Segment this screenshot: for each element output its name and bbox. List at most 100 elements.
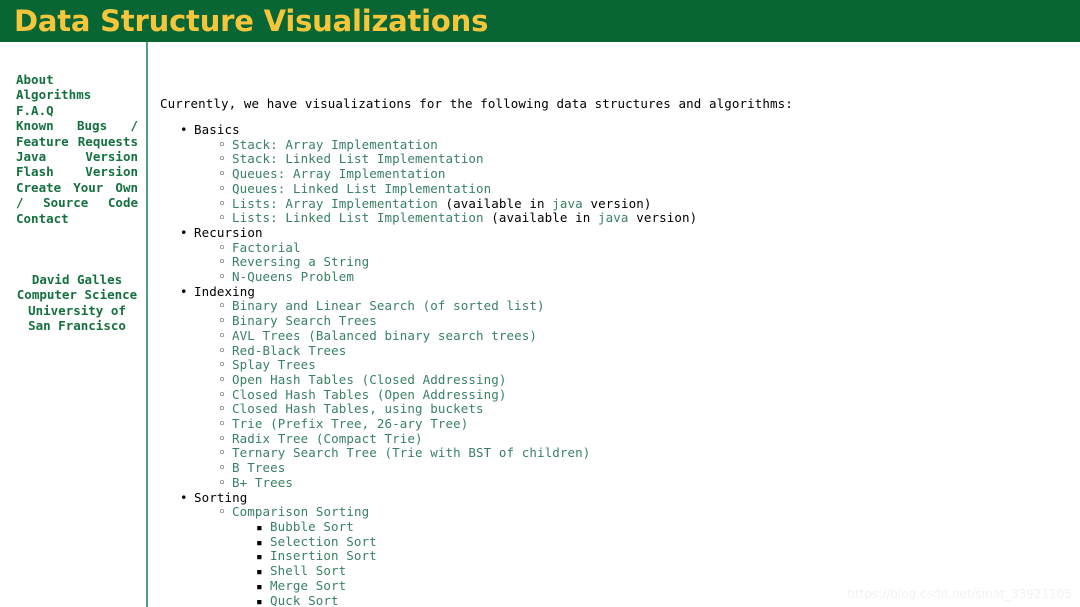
list-bullet-icon: [218, 255, 226, 271]
topic-link[interactable]: AVL Trees (Balanced binary search trees): [232, 328, 537, 343]
topic-link[interactable]: Merge Sort: [270, 578, 346, 593]
topic-link[interactable]: B+ Trees: [232, 475, 293, 490]
topic-link[interactable]: Queues: Array Implementation: [232, 166, 446, 181]
topic-item: Ternary Search Tree (Trie with BST of ch…: [232, 446, 1080, 461]
topic-link[interactable]: Red-Black Trees: [232, 343, 346, 358]
topic-link[interactable]: Bubble Sort: [270, 519, 354, 534]
list-bullet-icon: [256, 594, 263, 607]
sidebar-item-about[interactable]: About: [16, 72, 138, 87]
topic-link[interactable]: Stack: Array Implementation: [232, 137, 438, 152]
list-bullet-icon: [180, 285, 188, 300]
list-bullet-icon: [218, 446, 226, 462]
topic-link[interactable]: Factorial: [232, 240, 301, 255]
topic-item: Closed Hash Tables (Open Addressing): [232, 387, 1080, 403]
topic-sublist: Comparison SortingBubble SortSelection S…: [194, 504, 1080, 607]
topic-item: AVL Trees (Balanced binary search trees): [232, 328, 1080, 344]
sidebar-item-contact[interactable]: Contact: [16, 211, 138, 226]
topic-item: B Trees: [232, 460, 1080, 476]
list-bullet-icon: [218, 138, 226, 154]
topic-link[interactable]: Closed Hash Tables, using buckets: [232, 401, 484, 417]
topic-link[interactable]: Open Hash Tables (Closed Addressing): [232, 372, 507, 387]
topic-link[interactable]: Insertion Sort: [270, 548, 377, 564]
section-item: Sorting: [194, 489, 1080, 506]
topic-link[interactable]: Binary Search Trees: [232, 313, 377, 328]
topic-link[interactable]: Reversing a String: [232, 254, 369, 269]
list-bullet-icon: [180, 226, 188, 241]
section-label: Sorting: [194, 489, 248, 505]
list-bullet-icon: [218, 417, 226, 433]
topic-link[interactable]: Lists: Array Implementation: [232, 196, 446, 211]
author-location: San Francisco: [28, 318, 126, 334]
section-item: Recursion: [194, 225, 1080, 241]
topic-link[interactable]: Binary and Linear Search (of sorted list…: [232, 298, 545, 314]
sidebar-item-create-your-own-source-code[interactable]: Create Your Own / Source Code: [16, 180, 138, 211]
list-bullet-icon: [218, 299, 226, 315]
topic-item: Comparison Sorting: [232, 504, 1080, 520]
section-label: Basics: [194, 122, 240, 137]
topic-link[interactable]: Comparison Sorting: [232, 504, 369, 519]
topic-link[interactable]: Stack: Linked List Implementation: [232, 151, 484, 167]
sidebar-nav: About Algorithms F.A.Q Known Bugs / Feature…: [16, 72, 138, 226]
topic-suffix-link[interactable]: java: [552, 196, 583, 211]
topic-sublist: FactorialReversing a StringN-Queens Prob…: [194, 240, 1080, 285]
topic-link[interactable]: Shell Sort: [270, 563, 346, 578]
topic-suffix-text: (available in: [445, 195, 553, 211]
topic-suffix-text-end: version): [582, 195, 652, 211]
topic-item: Trie (Prefix Tree, 26-ary Tree): [232, 416, 1080, 432]
section-item: Indexing: [194, 283, 1080, 300]
section-item: Basics: [194, 122, 1080, 138]
author-name: David Galles: [31, 272, 123, 288]
sidebar-item-java-version[interactable]: Java Version: [16, 149, 138, 164]
topic-link[interactable]: Closed Hash Tables (Open Addressing): [232, 387, 507, 402]
topic-subitem: Insertion Sort: [270, 549, 1080, 564]
topic-link[interactable]: N-Queens Problem: [232, 269, 354, 284]
topic-item: Queues: Array Implementation: [232, 166, 1080, 182]
topic-suffix-link[interactable]: java: [598, 210, 629, 225]
topic-link[interactable]: Selection Sort: [270, 534, 377, 549]
topic-sublist: Stack: Array ImplementationStack: Linked…: [194, 137, 1080, 226]
topic-suffix-text: (available in: [491, 210, 599, 226]
topic-item: Splay Trees: [232, 357, 1080, 373]
sidebar-item-f-a-q[interactable]: F.A.Q: [16, 103, 138, 118]
list-bullet-icon: [256, 579, 263, 595]
topic-subitem: Merge Sort: [270, 578, 1080, 594]
page-body: About Algorithms F.A.Q Known Bugs / Feature…: [0, 42, 1080, 607]
list-bullet-icon: [218, 329, 226, 345]
topic-link[interactable]: Queues: Linked List Implementation: [232, 181, 491, 196]
sidebar-item-known-bugs-feature-requests[interactable]: Known Bugs / Feature Requests: [16, 118, 138, 149]
topic-sublist: Binary and Linear Search (of sorted list…: [194, 299, 1080, 490]
topic-item: Reversing a String: [232, 254, 1080, 270]
section-label: Indexing: [194, 283, 256, 299]
topic-link[interactable]: B Trees: [232, 460, 285, 475]
topic-item: Lists: Array Implementation (available i…: [232, 195, 1080, 212]
list-bullet-icon: [218, 402, 226, 418]
topic-item: Open Hash Tables (Closed Addressing): [232, 372, 1080, 388]
topic-link[interactable]: Radix Tree (Compact Trie): [232, 431, 423, 446]
topic-subitem: Quck Sort: [270, 593, 1080, 607]
list-bullet-icon: [218, 432, 226, 448]
page-title: Data Structure Visualizations: [14, 4, 489, 38]
sidebar-item-algorithms[interactable]: Algorithms: [16, 87, 138, 102]
list-bullet-icon: [218, 152, 226, 168]
sidebar-author-block: David Galles Computer Science University…: [16, 272, 138, 334]
author-department: Computer Science: [16, 287, 138, 303]
list-bullet-icon: [218, 505, 226, 521]
list-bullet-icon: [218, 314, 226, 330]
list-bullet-icon: [218, 388, 226, 404]
topic-link[interactable]: Splay Trees: [232, 357, 316, 372]
topic-link[interactable]: Quck Sort: [270, 593, 339, 607]
list-bullet-icon: [180, 123, 188, 138]
sidebar-item-flash-version[interactable]: Flash Version: [16, 164, 138, 179]
list-bullet-icon: [218, 197, 226, 213]
list-bullet-icon: [218, 373, 226, 389]
topic-item: Closed Hash Tables, using buckets: [232, 402, 1080, 417]
topic-link[interactable]: Ternary Search Tree (Trie with BST of ch…: [232, 445, 590, 461]
topic-link[interactable]: Lists: Linked List Implementation: [232, 210, 491, 225]
list-bullet-icon: [218, 461, 226, 477]
topic-link[interactable]: Trie (Prefix Tree, 26-ary Tree): [232, 416, 468, 431]
topic-item: Queues: Linked List Implementation: [232, 181, 1080, 197]
topic-subsublist: Bubble SortSelection SortInsertion SortS…: [232, 519, 1080, 607]
topic-item: Factorial: [232, 240, 1080, 256]
list-bullet-icon: [180, 491, 188, 506]
list-bullet-icon: [218, 182, 226, 198]
